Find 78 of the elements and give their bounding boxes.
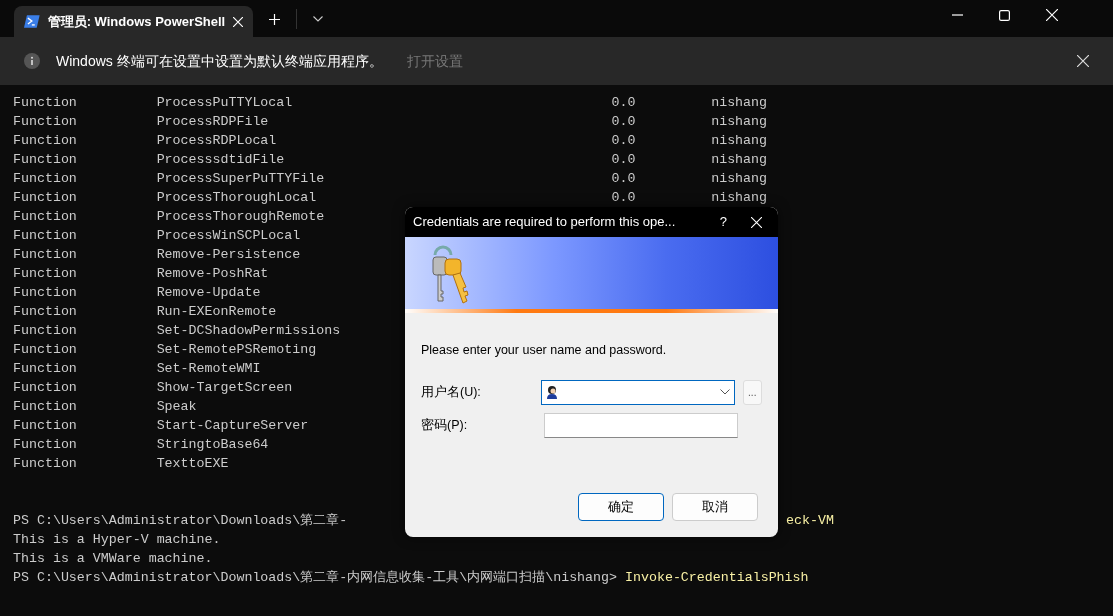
dialog-title: Credentials are required to perform this ope... xyxy=(413,213,677,232)
command-type: Function xyxy=(13,113,78,131)
command-name: StringtoBase64 xyxy=(156,437,269,452)
command-version: 0.0 xyxy=(611,189,637,207)
command-type: Function xyxy=(13,151,78,169)
command-type: Function xyxy=(13,208,78,226)
help-button[interactable]: ? xyxy=(719,212,727,232)
command-type: Function xyxy=(13,94,78,112)
command-name: ProcessThoroughLocal xyxy=(156,189,318,207)
command-text: Invoke-CredentialsPhish xyxy=(625,570,809,585)
command-type: Function xyxy=(13,189,78,207)
chevron-down-icon[interactable] xyxy=(719,389,730,396)
command-text: eck-VM xyxy=(786,512,834,530)
username-field[interactable] xyxy=(540,379,735,405)
command-type: Function xyxy=(13,322,78,340)
command-name: ProcessRDPFile xyxy=(156,113,270,131)
command-type: Function xyxy=(13,398,78,416)
username-label: 用户名(U): xyxy=(421,383,482,401)
command-name: Start-CaptureServer xyxy=(156,418,309,433)
command-source: nishang xyxy=(711,133,768,148)
command-name: Set-RemoteWMI xyxy=(156,361,261,376)
command-name: Remove-PoshRat xyxy=(156,266,269,281)
command-name: ProcessWinSCPLocal xyxy=(156,228,301,243)
command-type: Function xyxy=(13,132,78,150)
command-name: ProcessSuperPuTTYFile xyxy=(156,170,326,188)
command-name: Remove-Persistence xyxy=(156,247,301,262)
command-source: nishang xyxy=(711,190,768,205)
powershell-icon xyxy=(24,15,40,28)
command-source: nishang xyxy=(711,114,768,129)
ok-button[interactable]: 确定 xyxy=(578,493,664,521)
command-source: nishang xyxy=(711,95,768,110)
command-type: Function xyxy=(13,227,78,245)
command-type: Function xyxy=(13,170,78,188)
command-name: Set-RemotePSRemoting xyxy=(156,342,317,357)
command-source: nishang xyxy=(711,171,768,186)
browse-button[interactable]: ... xyxy=(742,379,762,405)
tab-title: 管理员: Windows PowerShell xyxy=(47,12,226,31)
command-type: Function xyxy=(13,265,78,283)
info-message: Windows 终端可在设置中设置为默认终端应用程序。 xyxy=(56,51,383,71)
prompt-text: PS C:\Users\Administrator\Downloads\第二章- xyxy=(13,513,348,528)
command-name: Show-TargetScreen xyxy=(156,380,293,395)
command-version: 0.0 xyxy=(611,94,637,112)
output-text: This is a VMWare machine. xyxy=(13,551,213,566)
command-type: Function xyxy=(13,303,78,321)
command-type: Function xyxy=(13,455,78,473)
command-name: Remove-Update xyxy=(156,285,261,300)
command-version: 0.0 xyxy=(611,151,637,169)
command-type: Function xyxy=(13,246,78,264)
command-source: nishang xyxy=(711,152,768,167)
info-icon xyxy=(24,53,40,69)
command-name: Set-DCShadowPermissions xyxy=(156,323,341,338)
command-type: Function xyxy=(13,417,78,435)
password-field[interactable] xyxy=(544,412,738,438)
output-text: This is a Hyper-V machine. xyxy=(13,532,221,547)
command-name: ProcessRDPLocal xyxy=(156,132,278,150)
dialog-message: Please enter your user name and password. xyxy=(421,342,668,359)
maximize-icon[interactable] xyxy=(999,9,1010,21)
command-version: 0.0 xyxy=(611,170,637,188)
command-version: 0.0 xyxy=(611,113,637,131)
command-type: Function xyxy=(13,436,78,454)
prompt-text: PS C:\Users\Administrator\Downloads\第二章-内网信息收集-工具\内网端口扫描\nishang> xyxy=(13,570,617,585)
password-label: 密码(P): xyxy=(421,416,469,434)
command-name: ProcesssdtidFile xyxy=(156,151,286,169)
command-type: Function xyxy=(13,341,78,359)
command-type: Function xyxy=(13,360,78,378)
command-name: ProcessThoroughRemote xyxy=(156,209,325,224)
close-icon[interactable] xyxy=(1077,55,1089,67)
command-version: 0.0 xyxy=(611,132,637,150)
terminal-tab[interactable]: 管理员: Windows PowerShell xyxy=(14,6,253,37)
cancel-button[interactable]: 取消 xyxy=(672,493,758,521)
command-name: Speak xyxy=(156,399,197,414)
command-type: Function xyxy=(13,379,78,397)
command-name: ProcessPuTTYLocal xyxy=(156,94,294,112)
command-name: Run-EXEonRemote xyxy=(156,304,277,319)
user-icon xyxy=(545,385,558,400)
command-type: Function xyxy=(13,284,78,302)
plus-icon[interactable] xyxy=(269,13,280,25)
command-name: TexttoEXE xyxy=(156,456,229,471)
